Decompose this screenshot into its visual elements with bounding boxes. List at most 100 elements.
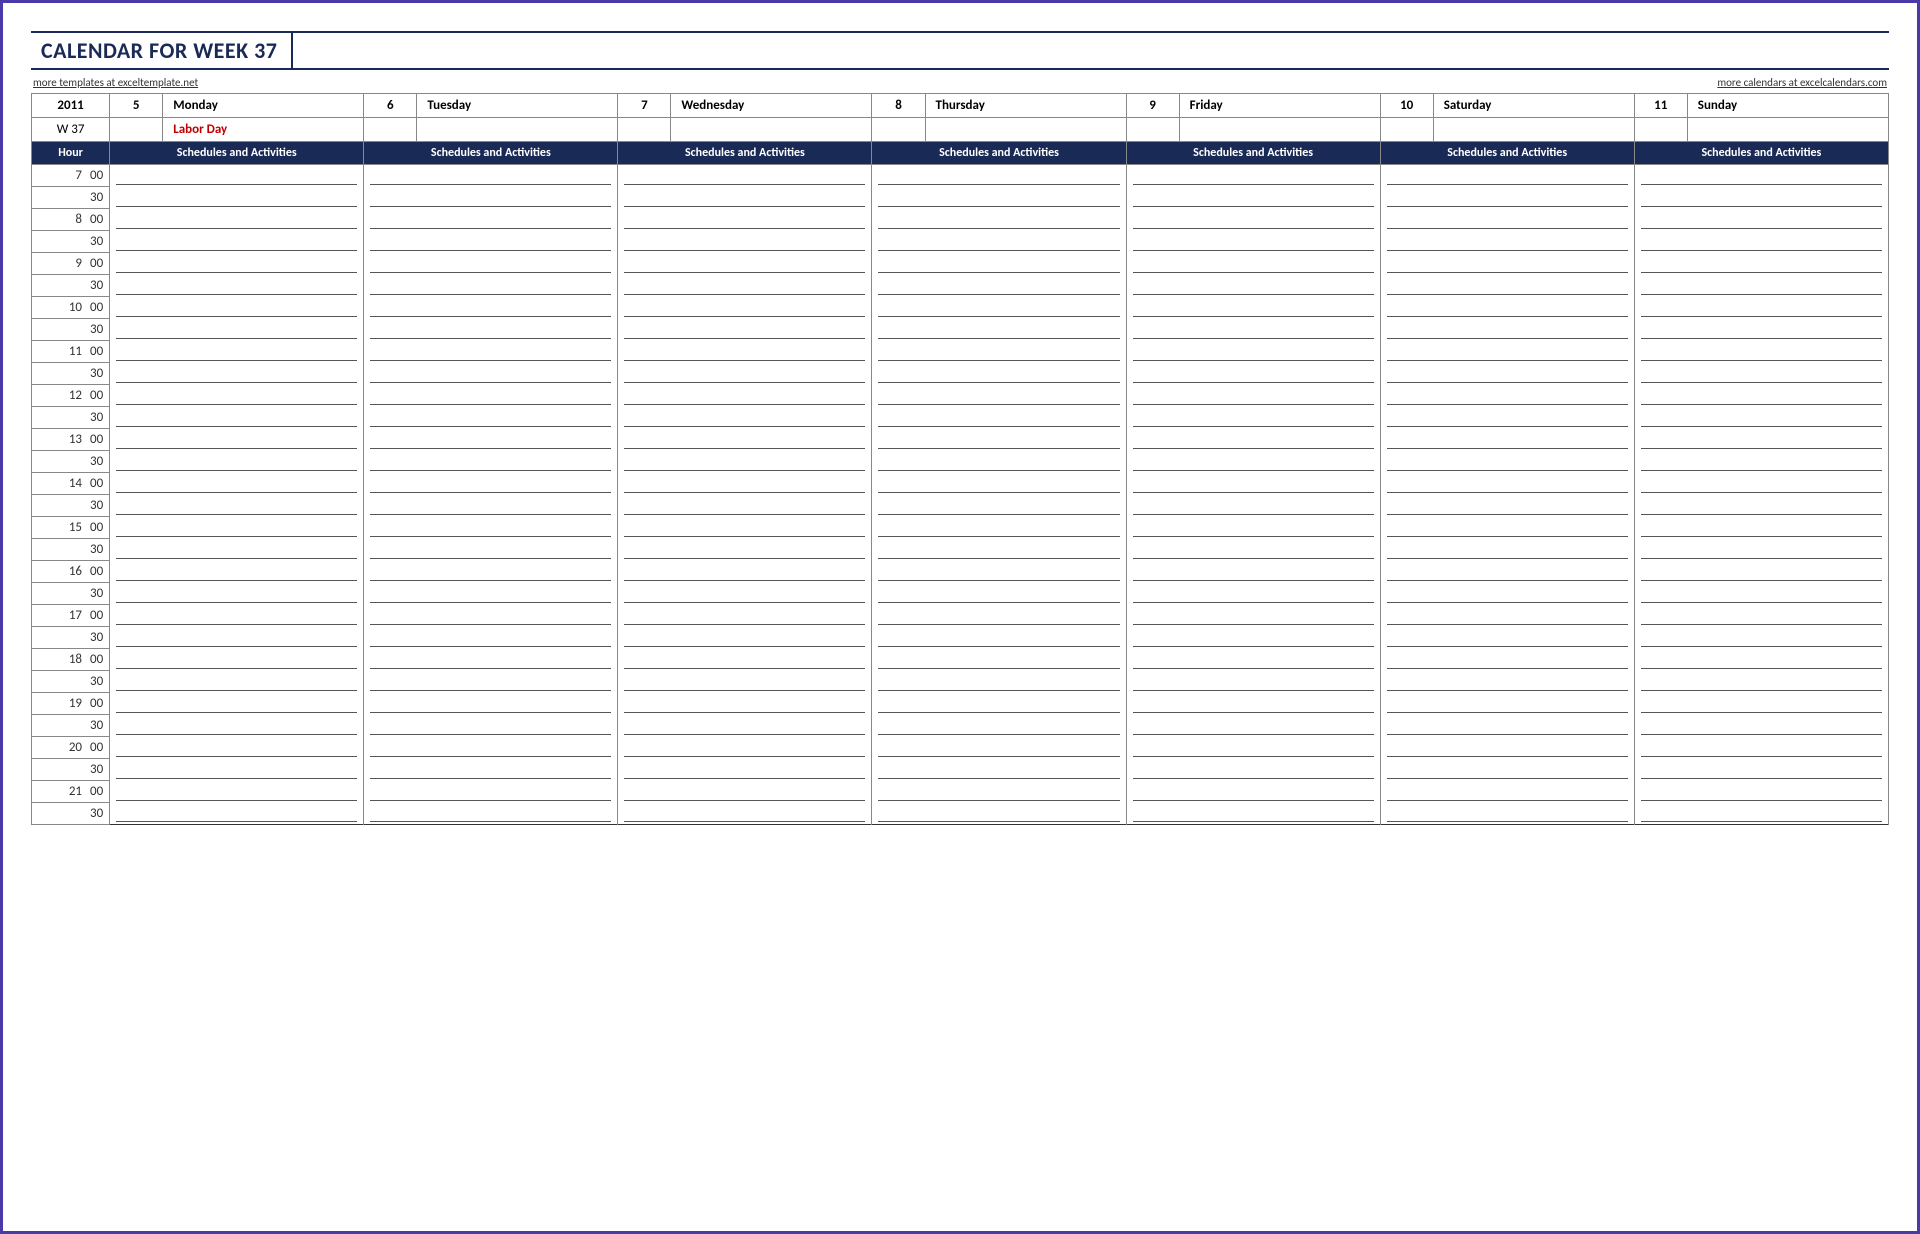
schedule-slot[interactable]: [1634, 583, 1888, 605]
schedule-slot[interactable]: [618, 473, 872, 495]
schedule-slot[interactable]: [1380, 759, 1634, 781]
schedule-slot[interactable]: [872, 561, 1126, 583]
schedule-slot[interactable]: [110, 165, 364, 187]
schedule-slot[interactable]: [872, 803, 1126, 825]
schedule-slot[interactable]: [1126, 297, 1380, 319]
schedule-slot[interactable]: [872, 209, 1126, 231]
schedule-slot[interactable]: [872, 693, 1126, 715]
schedule-slot[interactable]: [618, 209, 872, 231]
schedule-slot[interactable]: [1634, 187, 1888, 209]
schedule-slot[interactable]: [872, 297, 1126, 319]
schedule-slot[interactable]: [1634, 671, 1888, 693]
schedule-slot[interactable]: [1634, 803, 1888, 825]
schedule-slot[interactable]: [618, 363, 872, 385]
schedule-slot[interactable]: [1126, 187, 1380, 209]
schedule-slot[interactable]: [1126, 275, 1380, 297]
schedule-slot[interactable]: [1634, 407, 1888, 429]
schedule-slot[interactable]: [364, 693, 618, 715]
schedule-slot[interactable]: [364, 187, 618, 209]
schedule-slot[interactable]: [872, 517, 1126, 539]
schedule-slot[interactable]: [1126, 407, 1380, 429]
schedule-slot[interactable]: [1380, 253, 1634, 275]
schedule-slot[interactable]: [364, 495, 618, 517]
schedule-slot[interactable]: [1380, 275, 1634, 297]
schedule-slot[interactable]: [1634, 297, 1888, 319]
schedule-slot[interactable]: [1634, 385, 1888, 407]
schedule-slot[interactable]: [110, 693, 364, 715]
schedule-slot[interactable]: [1634, 473, 1888, 495]
schedule-slot[interactable]: [364, 297, 618, 319]
schedule-slot[interactable]: [1380, 451, 1634, 473]
schedule-slot[interactable]: [1380, 605, 1634, 627]
schedule-slot[interactable]: [1634, 495, 1888, 517]
link-more-calendars[interactable]: more calendars at excelcalendars.com: [1717, 76, 1887, 89]
schedule-slot[interactable]: [110, 583, 364, 605]
schedule-slot[interactable]: [1126, 759, 1380, 781]
schedule-slot[interactable]: [1380, 385, 1634, 407]
schedule-slot[interactable]: [872, 649, 1126, 671]
schedule-slot[interactable]: [1126, 165, 1380, 187]
schedule-slot[interactable]: [1126, 253, 1380, 275]
schedule-slot[interactable]: [618, 319, 872, 341]
schedule-slot[interactable]: [110, 341, 364, 363]
schedule-slot[interactable]: [1126, 803, 1380, 825]
schedule-slot[interactable]: [618, 583, 872, 605]
schedule-slot[interactable]: [1634, 253, 1888, 275]
schedule-slot[interactable]: [1634, 319, 1888, 341]
schedule-slot[interactable]: [1126, 495, 1380, 517]
schedule-slot[interactable]: [110, 407, 364, 429]
schedule-slot[interactable]: [1634, 759, 1888, 781]
schedule-slot[interactable]: [618, 781, 872, 803]
schedule-slot[interactable]: [110, 671, 364, 693]
schedule-slot[interactable]: [872, 385, 1126, 407]
schedule-slot[interactable]: [364, 803, 618, 825]
schedule-slot[interactable]: [110, 561, 364, 583]
schedule-slot[interactable]: [618, 429, 872, 451]
schedule-slot[interactable]: [872, 495, 1126, 517]
schedule-slot[interactable]: [618, 539, 872, 561]
schedule-slot[interactable]: [618, 693, 872, 715]
schedule-slot[interactable]: [1126, 363, 1380, 385]
schedule-slot[interactable]: [872, 671, 1126, 693]
schedule-slot[interactable]: [1380, 187, 1634, 209]
schedule-slot[interactable]: [618, 803, 872, 825]
schedule-slot[interactable]: [1634, 539, 1888, 561]
schedule-slot[interactable]: [1126, 517, 1380, 539]
schedule-slot[interactable]: [1380, 561, 1634, 583]
schedule-slot[interactable]: [1634, 451, 1888, 473]
schedule-slot[interactable]: [364, 583, 618, 605]
schedule-slot[interactable]: [1126, 451, 1380, 473]
schedule-slot[interactable]: [1380, 627, 1634, 649]
schedule-slot[interactable]: [1634, 693, 1888, 715]
schedule-slot[interactable]: [110, 803, 364, 825]
schedule-slot[interactable]: [618, 231, 872, 253]
schedule-slot[interactable]: [110, 539, 364, 561]
schedule-slot[interactable]: [364, 429, 618, 451]
schedule-slot[interactable]: [618, 605, 872, 627]
schedule-slot[interactable]: [1126, 649, 1380, 671]
schedule-slot[interactable]: [1634, 627, 1888, 649]
schedule-slot[interactable]: [1380, 429, 1634, 451]
schedule-slot[interactable]: [618, 407, 872, 429]
schedule-slot[interactable]: [872, 407, 1126, 429]
schedule-slot[interactable]: [110, 517, 364, 539]
schedule-slot[interactable]: [872, 781, 1126, 803]
schedule-slot[interactable]: [1380, 341, 1634, 363]
schedule-slot[interactable]: [618, 253, 872, 275]
schedule-slot[interactable]: [364, 781, 618, 803]
schedule-slot[interactable]: [364, 671, 618, 693]
schedule-slot[interactable]: [1380, 649, 1634, 671]
schedule-slot[interactable]: [110, 319, 364, 341]
schedule-slot[interactable]: [1634, 517, 1888, 539]
schedule-slot[interactable]: [1634, 341, 1888, 363]
schedule-slot[interactable]: [110, 429, 364, 451]
schedule-slot[interactable]: [364, 539, 618, 561]
schedule-slot[interactable]: [110, 649, 364, 671]
schedule-slot[interactable]: [110, 627, 364, 649]
schedule-slot[interactable]: [872, 605, 1126, 627]
schedule-slot[interactable]: [872, 429, 1126, 451]
schedule-slot[interactable]: [1126, 693, 1380, 715]
schedule-slot[interactable]: [1634, 275, 1888, 297]
schedule-slot[interactable]: [110, 231, 364, 253]
schedule-slot[interactable]: [618, 759, 872, 781]
